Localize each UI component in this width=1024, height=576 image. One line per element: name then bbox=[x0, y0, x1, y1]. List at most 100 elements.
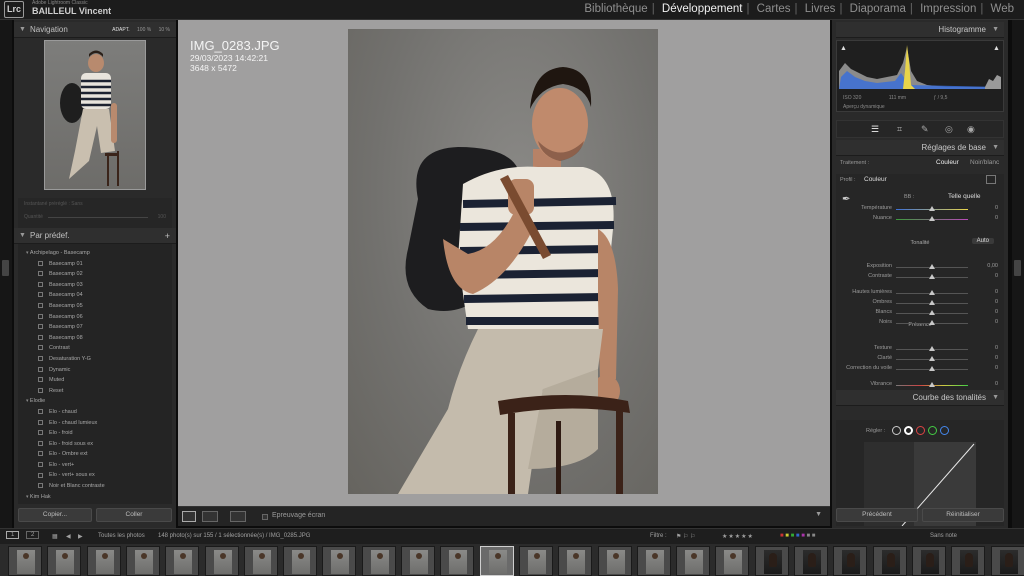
filmstrip-thumbnail[interactable] bbox=[86, 546, 121, 576]
filter-preset-dropdown[interactable]: Sans note bbox=[930, 533, 957, 539]
preset-folder[interactable]: Archipelago - Basecamp bbox=[18, 248, 172, 259]
preset-item[interactable]: Basecamp 07 bbox=[18, 322, 172, 333]
toolbar-menu-icon[interactable]: ▼ bbox=[815, 511, 822, 518]
filmstrip-thumbnail[interactable] bbox=[361, 546, 396, 576]
right-collapse-icon[interactable] bbox=[1014, 260, 1021, 276]
image-canvas[interactable]: IMG_0283.JPG 29/03/2023 14:42:21 3648 x … bbox=[178, 20, 830, 506]
page-2-button[interactable]: 2 bbox=[26, 531, 40, 539]
green-channel-icon[interactable] bbox=[928, 426, 937, 435]
treatment-bw-option[interactable]: Noir/blanc bbox=[970, 159, 999, 166]
preset-folder[interactable]: Kim Hak bbox=[18, 492, 172, 503]
edit-sliders-icon[interactable]: ☰ bbox=[871, 124, 879, 135]
filmstrip[interactable] bbox=[0, 544, 1024, 576]
preset-item[interactable]: Desaturation Y-G bbox=[18, 354, 172, 365]
preset-item[interactable]: Elo - vert+ sous ex bbox=[18, 470, 172, 481]
filmstrip-thumbnail[interactable] bbox=[479, 546, 514, 576]
preset-item[interactable]: Reset bbox=[18, 386, 172, 397]
module-web[interactable]: Web bbox=[989, 3, 1016, 15]
slider-knob[interactable] bbox=[929, 274, 935, 279]
slider-knob[interactable] bbox=[929, 290, 935, 295]
preset-item[interactable]: Elo - chaud bbox=[18, 407, 172, 418]
reset-button[interactable]: Réinitialiser bbox=[922, 508, 1004, 522]
filmstrip-thumbnail[interactable] bbox=[165, 546, 200, 576]
right-panel-toggle-strip[interactable] bbox=[1012, 20, 1024, 528]
slider-knob[interactable] bbox=[929, 300, 935, 305]
preset-item[interactable]: Elo - froid sous ex bbox=[18, 439, 172, 450]
collapse-triangle-icon[interactable]: ▼ bbox=[992, 140, 999, 156]
slider-value[interactable]: 0 bbox=[995, 365, 998, 371]
module-library[interactable]: Bibliothèque bbox=[582, 3, 649, 15]
healing-brush-icon[interactable]: ✎ bbox=[921, 124, 929, 135]
slider-knob[interactable] bbox=[929, 264, 935, 269]
preset-item[interactable]: Elo - vert+ bbox=[18, 460, 172, 471]
histogram-header[interactable]: Histogramme ▼ bbox=[836, 22, 1004, 38]
add-preset-icon[interactable]: + bbox=[165, 228, 170, 244]
collapse-triangle-icon[interactable]: ▼ bbox=[992, 390, 999, 406]
navigator-header[interactable]: ▼ Navigation ADAPT. 100 % 10 % bbox=[14, 22, 176, 38]
slider-knob[interactable] bbox=[929, 320, 935, 325]
preset-item[interactable]: Elo - chaud lumieux bbox=[18, 418, 172, 429]
filmstrip-thumbnail[interactable] bbox=[243, 546, 278, 576]
preset-item[interactable]: Dynamic bbox=[18, 365, 172, 376]
filmstrip-thumbnail[interactable] bbox=[47, 546, 82, 576]
slider-value[interactable]: 0 bbox=[995, 355, 998, 361]
zoom-100[interactable]: 100 % bbox=[137, 27, 151, 33]
slider-value[interactable]: 0 bbox=[995, 205, 998, 211]
copy-button[interactable]: Copier... bbox=[18, 508, 92, 522]
preset-item[interactable]: Elo - froid bbox=[18, 428, 172, 439]
slider-knob[interactable] bbox=[929, 206, 935, 211]
slider-value[interactable]: 0 bbox=[995, 289, 998, 295]
left-panel-toggle-strip[interactable] bbox=[0, 20, 12, 528]
filmstrip-thumbnail[interactable] bbox=[872, 546, 907, 576]
filmstrip-thumbnail[interactable] bbox=[558, 546, 593, 576]
wb-dropdown[interactable]: Telle quelle bbox=[948, 193, 981, 200]
slider-knob[interactable] bbox=[929, 216, 935, 221]
filmstrip-thumbnail[interactable] bbox=[401, 546, 435, 576]
preset-item[interactable]: Basecamp 05 bbox=[18, 301, 172, 312]
red-channel-icon[interactable] bbox=[916, 426, 925, 435]
filmstrip-thumbnail[interactable] bbox=[440, 546, 475, 576]
filmstrip-thumbnail[interactable] bbox=[676, 546, 711, 576]
zoom-10[interactable]: 10 % bbox=[159, 27, 170, 33]
preset-item[interactable]: Basecamp 02 bbox=[18, 269, 172, 280]
collapse-triangle-icon[interactable]: ▼ bbox=[992, 22, 999, 38]
slider-knob[interactable] bbox=[929, 356, 935, 361]
slider-value[interactable]: 0 bbox=[995, 309, 998, 315]
preset-item[interactable]: Noir et Blanc contraste bbox=[18, 481, 172, 492]
collapse-triangle-icon[interactable]: ▼ bbox=[19, 22, 26, 38]
point-curve-icon[interactable] bbox=[904, 426, 913, 435]
basic-header[interactable]: Réglages de base ▼ bbox=[836, 140, 1004, 156]
slider-value[interactable]: 0 bbox=[995, 299, 998, 305]
filmstrip-thumbnail[interactable] bbox=[794, 546, 828, 576]
filmstrip-thumbnail[interactable] bbox=[322, 546, 357, 576]
page-1-button[interactable]: 1 bbox=[6, 531, 20, 539]
color-label-filter[interactable]: ■ ■ ■ ■ ■ ■ ■ bbox=[780, 533, 815, 539]
profile-dropdown[interactable]: Couleur bbox=[864, 176, 887, 183]
slider-value[interactable]: 0 bbox=[995, 345, 998, 351]
filmstrip-thumbnail[interactable] bbox=[597, 546, 632, 576]
rating-filter-stars[interactable]: ★★★★★ bbox=[722, 533, 754, 540]
soft-proof-checkbox[interactable] bbox=[262, 514, 268, 520]
module-develop[interactable]: Développement bbox=[660, 3, 745, 15]
slider-knob[interactable] bbox=[929, 382, 935, 387]
filmstrip-thumbnail[interactable] bbox=[518, 546, 553, 576]
source-label[interactable]: Toutes les photos bbox=[98, 533, 145, 539]
auto-button[interactable]: Auto bbox=[971, 238, 994, 244]
filmstrip-thumbnail[interactable] bbox=[951, 546, 986, 576]
crop-icon[interactable]: ⌗ bbox=[897, 124, 902, 135]
slider-knob[interactable] bbox=[929, 310, 935, 315]
red-eye-icon[interactable]: ◎ bbox=[945, 124, 953, 135]
preset-item[interactable]: Basecamp 01 bbox=[18, 259, 172, 270]
before-after-swap-icon[interactable] bbox=[230, 511, 246, 522]
presets-header[interactable]: ▼ Par prédef. + bbox=[14, 228, 176, 244]
preset-item[interactable]: Basecamp 08 bbox=[18, 333, 172, 344]
flag-filter-icons[interactable]: ⚑ ⚐ ⚐ bbox=[676, 533, 695, 540]
filmstrip-thumbnail[interactable] bbox=[833, 546, 868, 576]
left-collapse-icon[interactable] bbox=[2, 260, 9, 276]
collapse-triangle-icon[interactable]: ▼ bbox=[19, 228, 26, 244]
module-map[interactable]: Cartes bbox=[755, 3, 793, 15]
before-after-view-icon[interactable] bbox=[202, 511, 218, 522]
grid-view-icon[interactable]: ▦ bbox=[52, 533, 58, 540]
tone-curve-header[interactable]: Courbe des tonalités ▼ bbox=[836, 390, 1004, 406]
filmstrip-thumbnail[interactable] bbox=[715, 546, 750, 576]
